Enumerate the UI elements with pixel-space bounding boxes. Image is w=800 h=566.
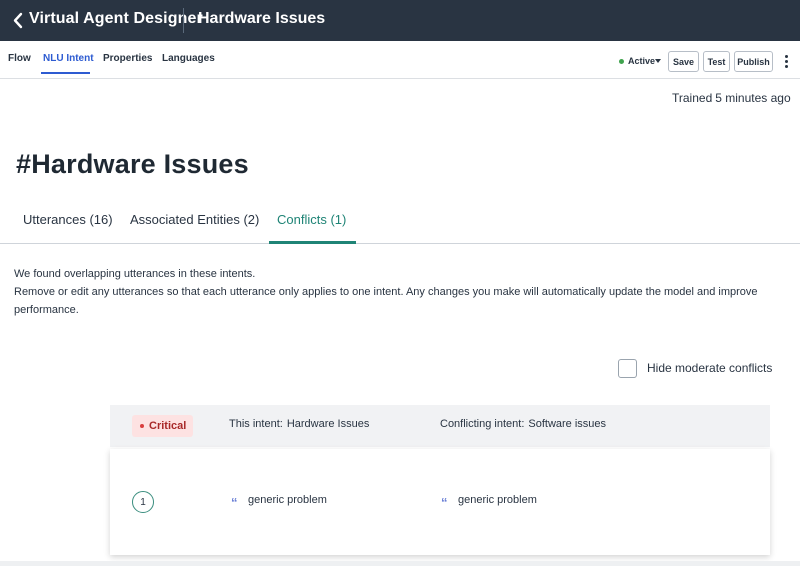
top-bar: Virtual Agent Designer Hardware Issues (0, 0, 800, 41)
tab-utterances[interactable]: Utterances (16) (23, 212, 113, 227)
row-number: 1 (132, 491, 154, 513)
severity-label: Critical (149, 420, 187, 432)
tab-conflicts[interactable]: Conflicts (1) (277, 212, 346, 227)
severity-badge: Critical (132, 415, 193, 437)
hide-moderate-label[interactable]: Hide moderate conflicts (647, 361, 772, 375)
hide-moderate-checkbox[interactable] (618, 359, 637, 378)
topbar-divider (183, 8, 184, 33)
app-title[interactable]: Virtual Agent Designer (29, 10, 203, 28)
chevron-left-icon[interactable] (11, 12, 25, 29)
conflicting-intent: Conflicting intent: Software issues (440, 418, 606, 430)
trained-time: 5 minutes ago (715, 91, 791, 105)
caret-down-icon[interactable] (655, 59, 661, 63)
trained-status: Trained 5 minutes ago (672, 91, 791, 105)
save-button[interactable]: Save (668, 51, 699, 72)
sub-navigation: Flow NLU Intent Properties Languages Act… (0, 41, 800, 79)
conflict-info: We found overlapping utterances in these… (14, 265, 800, 319)
this-intent: This intent: Hardware Issues (229, 418, 369, 430)
bottom-strip (0, 561, 800, 566)
status-dropdown[interactable]: Active (628, 56, 655, 66)
page-title: #Hardware Issues (16, 149, 249, 179)
tab-properties[interactable]: Properties (103, 53, 152, 64)
tab-languages[interactable]: Languages (162, 53, 215, 64)
conflict-row: 1 “ generic problem “ generic problem (110, 449, 770, 555)
active-tab-indicator (269, 241, 356, 244)
this-utterance[interactable]: generic problem (248, 494, 327, 506)
this-intent-value: Hardware Issues (286, 418, 370, 430)
status-dot-icon (619, 59, 624, 64)
info-line-1: We found overlapping utterances in these… (14, 268, 256, 280)
tab-associated-entities[interactable]: Associated Entities (2) (130, 212, 259, 227)
active-tab-indicator (41, 72, 90, 74)
conflicting-utterance[interactable]: generic problem (458, 494, 537, 506)
critical-dot-icon (140, 424, 144, 428)
intent-tabs: Utterances (16) Associated Entities (2) … (0, 205, 800, 244)
kebab-icon[interactable] (781, 55, 791, 69)
tab-flow[interactable]: Flow (8, 53, 31, 64)
conflicting-intent-value: Software issues (528, 418, 607, 430)
info-line-2: Remove or edit any utterances so that ea… (14, 286, 758, 316)
document-title: Hardware Issues (198, 10, 326, 27)
conflict-header: Critical This intent: Hardware Issues Con… (110, 405, 770, 447)
publish-button[interactable]: Publish (734, 51, 773, 72)
tab-nlu-intent[interactable]: NLU Intent (43, 53, 94, 64)
quote-icon: “ (441, 495, 448, 510)
test-button[interactable]: Test (703, 51, 730, 72)
quote-icon: “ (231, 495, 238, 510)
this-intent-label: This intent: (229, 418, 283, 430)
conflicting-intent-label: Conflicting intent: (440, 418, 525, 430)
trained-label: Trained (672, 91, 713, 105)
